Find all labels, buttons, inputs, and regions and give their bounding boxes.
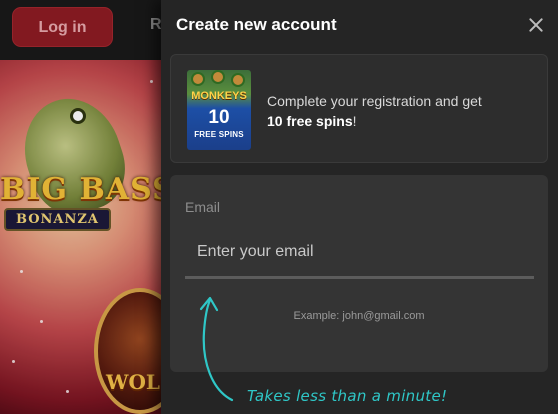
promo-text-bold: 10 free spins <box>267 113 353 129</box>
thumbnail-brand: MONKEYS <box>191 90 247 102</box>
close-icon[interactable] <box>527 16 545 34</box>
hand-drawn-arrow-icon <box>199 296 234 402</box>
free-spins-thumbnail: MONKEYS 10 FREE SPINS <box>187 70 251 150</box>
thumbnail-spin-count: 10 <box>208 107 230 128</box>
promo-text-prefix: Complete your registration and get <box>267 93 482 109</box>
time-estimate-note: Takes less than a minute! <box>247 387 448 405</box>
modal-title: Create new account <box>176 15 337 34</box>
promo-message: Complete your registration and get 10 fre… <box>267 91 537 131</box>
monkey-icon <box>231 73 245 87</box>
thumbnail-caption: FREE SPINS <box>194 130 244 139</box>
monkey-icon <box>211 70 225 84</box>
email-field[interactable] <box>185 227 534 279</box>
email-label: Email <box>185 199 221 215</box>
monkey-icon <box>191 72 205 86</box>
promo-text-suffix: ! <box>352 113 357 129</box>
page: Log in R BIG BASS BONANZA WOL GOL Create… <box>0 0 558 414</box>
promo-card: MONKEYS 10 FREE SPINS Complete your regi… <box>170 54 548 163</box>
